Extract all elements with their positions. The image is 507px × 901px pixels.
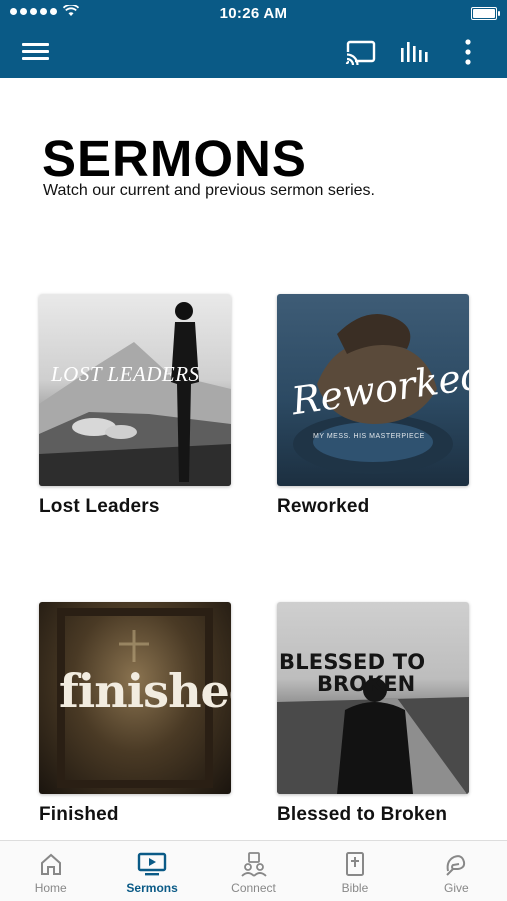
people-icon — [240, 852, 267, 877]
bottom-tab-bar: Home Sermons Connect Bible Give — [0, 840, 507, 901]
tab-bible[interactable]: Bible — [304, 841, 405, 901]
mountain-figure-illustration — [39, 302, 231, 486]
equalizer-icon[interactable] — [398, 38, 432, 66]
battery-icon — [471, 7, 500, 20]
artwork-title: finished — [59, 664, 231, 718]
home-icon — [40, 853, 61, 875]
sermon-artwork[interactable]: Reworked MY MESS. HIS MASTERPIECE — [277, 294, 469, 486]
artwork-title-line1: BLESSED TO — [279, 650, 426, 674]
sermon-title[interactable]: Lost Leaders — [39, 496, 231, 518]
tab-label: Connect — [231, 881, 276, 895]
sermon-card-lost-leaders[interactable]: LOST LEADERS Lost Leaders — [39, 294, 231, 518]
tab-give[interactable]: Give — [406, 841, 507, 901]
cast-icon[interactable] — [345, 38, 377, 66]
road-figure-illustration — [277, 678, 469, 794]
sermon-artwork[interactable]: finished — [39, 602, 231, 794]
sermon-card-reworked[interactable]: Reworked MY MESS. HIS MASTERPIECE Rework… — [277, 294, 469, 518]
page-subtitle: Watch our current and previous sermon se… — [43, 182, 375, 199]
give-icon — [446, 855, 466, 876]
artwork-title-line2: BROKEN — [317, 672, 416, 696]
tab-sermons[interactable]: Sermons — [101, 841, 202, 901]
sermon-card-blessed-to-broken[interactable]: BLESSED TO BROKEN Blessed to Broken — [277, 602, 469, 826]
bible-icon — [345, 852, 364, 876]
sermon-artwork[interactable]: BLESSED TO BROKEN — [277, 602, 469, 794]
app-header — [0, 26, 507, 78]
tab-label: Bible — [341, 881, 369, 895]
sermon-title[interactable]: Blessed to Broken — [277, 804, 469, 826]
sermon-title[interactable]: Reworked — [277, 496, 469, 518]
video-icon — [137, 852, 167, 876]
page-title: SERMONS — [42, 130, 307, 187]
status-bar: 10:26 AM — [0, 0, 507, 26]
menu-button[interactable] — [22, 39, 56, 65]
tab-label: Give — [443, 881, 469, 895]
tab-label: Home — [34, 881, 67, 895]
tab-home[interactable]: Home — [0, 841, 101, 901]
artwork-subtitle: MY MESS. HIS MASTERPIECE — [313, 433, 425, 440]
status-time: 10:26 AM — [219, 5, 288, 22]
sermon-artwork[interactable]: LOST LEADERS — [39, 294, 231, 486]
tab-label: Sermons — [126, 881, 178, 895]
sermon-card-finished[interactable]: finished Finished — [39, 602, 231, 826]
menu-icon — [22, 43, 49, 46]
sermon-title[interactable]: Finished — [39, 804, 231, 826]
artwork-title: LOST LEADERS — [51, 362, 200, 386]
tab-connect[interactable]: Connect — [203, 841, 304, 901]
more-vertical-icon[interactable] — [458, 38, 478, 66]
